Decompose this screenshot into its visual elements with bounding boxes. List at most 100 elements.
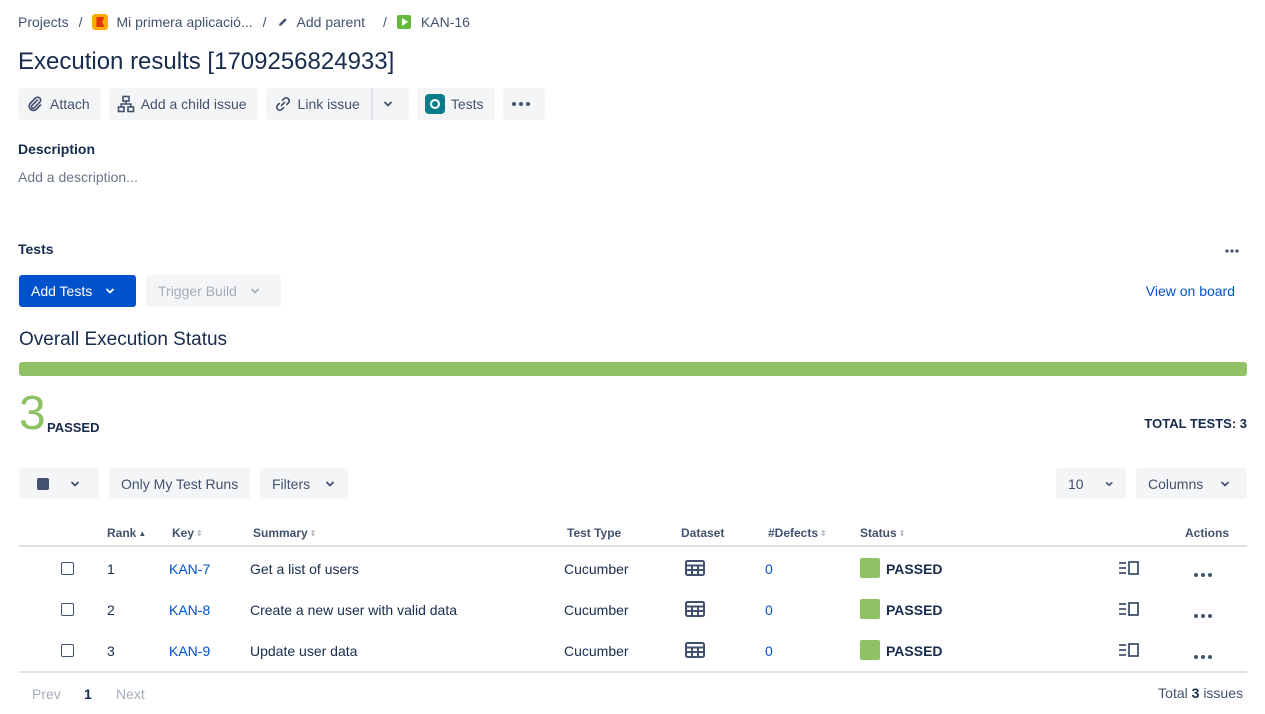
tests-panel-more-button[interactable] bbox=[1225, 240, 1239, 256]
paperclip-icon bbox=[28, 96, 42, 112]
more-horizontal-icon bbox=[511, 102, 530, 106]
dataset-grid-icon[interactable] bbox=[685, 601, 705, 620]
row-more-actions-icon[interactable] bbox=[1193, 647, 1213, 663]
breadcrumb-add-parent-label: Add parent bbox=[296, 14, 366, 30]
breadcrumb-project[interactable]: Mi primera aplicació... bbox=[92, 14, 253, 30]
row-defects-count[interactable]: 0 bbox=[765, 643, 773, 659]
only-my-test-runs-label: Only My Test Runs bbox=[121, 475, 239, 492]
column-header-rank-label: Rank bbox=[107, 526, 137, 540]
column-header-defects-label: #Defects bbox=[768, 526, 819, 540]
execution-details-icon[interactable] bbox=[1118, 602, 1140, 619]
project-avatar-icon bbox=[92, 14, 109, 30]
pencil-icon bbox=[277, 16, 289, 28]
row-key-link[interactable]: KAN-9 bbox=[169, 643, 210, 659]
row-status: PASSED bbox=[886, 602, 943, 618]
passed-count: 3 bbox=[19, 387, 46, 440]
page-title[interactable]: Execution results [1709256824933] bbox=[18, 48, 394, 76]
more-actions-button[interactable] bbox=[502, 88, 545, 120]
chevron-down-icon bbox=[1221, 481, 1230, 486]
trigger-build-button[interactable]: Trigger Build bbox=[146, 275, 281, 307]
view-on-board-link[interactable]: View on board bbox=[1146, 283, 1235, 299]
chevron-down-icon bbox=[383, 101, 392, 107]
add-child-issue-button[interactable]: Add a child issue bbox=[108, 88, 258, 120]
total-tests: TOTAL TESTS: 3 bbox=[1144, 416, 1247, 431]
chevron-down-icon bbox=[1105, 481, 1113, 486]
row-test-type: Cucumber bbox=[564, 561, 629, 577]
row-test-type: Cucumber bbox=[564, 602, 629, 618]
total-issues-suffix: issues bbox=[1203, 685, 1243, 701]
link-issue-button[interactable]: Link issue bbox=[265, 88, 371, 120]
row-more-actions-icon[interactable] bbox=[1193, 606, 1213, 622]
execution-details-icon[interactable] bbox=[1118, 643, 1140, 660]
row-checkbox[interactable] bbox=[61, 644, 74, 657]
overall-execution-status-heading: Overall Execution Status bbox=[19, 329, 228, 350]
chevron-down-icon bbox=[71, 481, 79, 486]
columns-label: Columns bbox=[1148, 475, 1204, 492]
column-header-key[interactable]: Key ⇕ bbox=[172, 526, 203, 540]
column-header-rank[interactable]: Rank ▲ bbox=[107, 526, 146, 540]
breadcrumb-issue[interactable]: KAN-16 bbox=[396, 14, 470, 30]
tests-heading: Tests bbox=[18, 241, 54, 257]
row-defects-count[interactable]: 0 bbox=[765, 602, 773, 618]
description-heading: Description bbox=[18, 141, 96, 157]
execution-progress-passed bbox=[19, 362, 1247, 376]
execution-details-icon[interactable] bbox=[1118, 561, 1140, 578]
columns-dropdown[interactable]: Columns bbox=[1136, 468, 1247, 499]
attach-label: Attach bbox=[50, 96, 90, 112]
row-key-link[interactable]: KAN-7 bbox=[169, 561, 210, 577]
pagination-next[interactable]: Next bbox=[116, 686, 145, 702]
breadcrumb: Projects / Mi primera aplicació... / Add… bbox=[18, 12, 470, 32]
sort-icon: ⇕ bbox=[309, 528, 317, 538]
link-issue-label: Link issue bbox=[297, 96, 360, 112]
filters-label: Filters bbox=[272, 475, 311, 492]
column-header-key-label: Key bbox=[172, 526, 195, 540]
column-header-summary-label: Summary bbox=[253, 526, 308, 540]
dataset-grid-icon[interactable] bbox=[685, 642, 705, 661]
total-issues: Total 3 issues bbox=[1158, 685, 1243, 701]
row-key-link[interactable]: KAN-8 bbox=[169, 602, 210, 618]
add-tests-label: Add Tests bbox=[31, 283, 93, 299]
pagination-prev[interactable]: Prev bbox=[32, 686, 61, 702]
attach-button[interactable]: Attach bbox=[18, 88, 101, 120]
breadcrumb-project-label: Mi primera aplicació... bbox=[116, 14, 253, 30]
row-rank: 1 bbox=[107, 561, 115, 577]
link-icon bbox=[275, 96, 290, 112]
dataset-grid-icon[interactable] bbox=[685, 560, 705, 579]
row-more-actions-icon[interactable] bbox=[1193, 565, 1213, 581]
row-checkbox[interactable] bbox=[61, 603, 74, 616]
pagination-current-page[interactable]: 1 bbox=[84, 686, 92, 702]
column-header-status[interactable]: Status ⇕ bbox=[860, 526, 905, 540]
row-summary: Get a list of users bbox=[250, 561, 359, 577]
breadcrumb-separator: / bbox=[78, 14, 83, 30]
table-row: 1 KAN-7 Get a list of users Cucumber 0 P… bbox=[19, 548, 1247, 589]
passed-label: PASSED bbox=[47, 420, 100, 435]
bulk-select-dropdown[interactable] bbox=[19, 468, 99, 499]
link-issue-dropdown-button[interactable] bbox=[370, 88, 409, 120]
description-field[interactable]: Add a description... bbox=[18, 169, 138, 185]
column-header-actions: Actions bbox=[1185, 526, 1229, 540]
status-swatch bbox=[860, 640, 880, 660]
row-test-type: Cucumber bbox=[564, 643, 629, 659]
breadcrumb-projects[interactable]: Projects bbox=[18, 14, 69, 30]
column-header-dataset-label: Dataset bbox=[681, 526, 725, 540]
row-rank: 2 bbox=[107, 602, 115, 618]
column-header-defects[interactable]: #Defects ⇕ bbox=[768, 526, 827, 540]
page-size-select[interactable]: 10 bbox=[1056, 468, 1126, 499]
total-issues-prefix: Total bbox=[1158, 685, 1188, 701]
tests-app-button[interactable]: Tests bbox=[416, 88, 495, 120]
select-square-icon bbox=[37, 477, 49, 490]
filters-dropdown[interactable]: Filters bbox=[260, 468, 349, 499]
row-defects-count[interactable]: 0 bbox=[765, 561, 773, 577]
breadcrumb-add-parent[interactable]: Add parent bbox=[277, 14, 366, 30]
row-checkbox[interactable] bbox=[61, 562, 74, 575]
test-runs-table-header: Rank ▲ Key ⇕ Summary ⇕ Test Type Dataset #D… bbox=[19, 520, 1247, 547]
column-header-summary[interactable]: Summary ⇕ bbox=[253, 526, 316, 540]
execution-progress-bar[interactable] bbox=[19, 362, 1247, 376]
row-summary: Create a new user with valid data bbox=[250, 602, 457, 618]
row-status: PASSED bbox=[886, 643, 943, 659]
only-my-test-runs-button[interactable]: Only My Test Runs bbox=[109, 468, 251, 499]
chevron-down-icon bbox=[106, 288, 115, 294]
more-horizontal-icon bbox=[1225, 249, 1239, 253]
add-tests-button[interactable]: Add Tests bbox=[19, 275, 136, 307]
chevron-down-icon bbox=[326, 481, 335, 486]
